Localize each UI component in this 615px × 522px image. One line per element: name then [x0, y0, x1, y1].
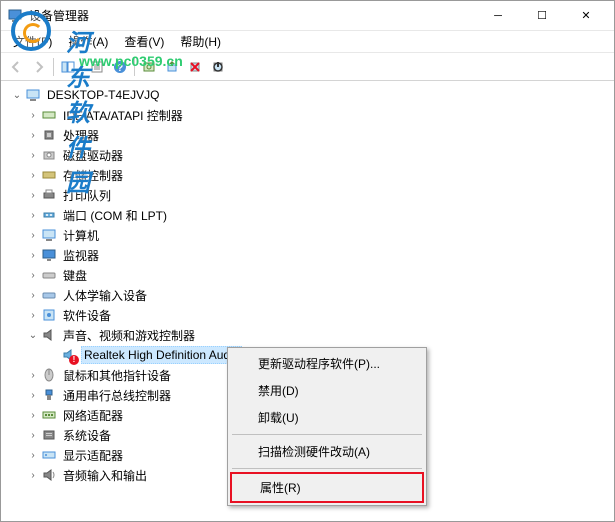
window-title: 设备管理器	[29, 7, 476, 24]
speaker-warn-icon	[61, 347, 77, 363]
expand-icon[interactable]: ›	[25, 130, 41, 141]
expand-icon[interactable]: ›	[25, 410, 41, 421]
tree-item-hid[interactable]: ›人体学输入设备	[5, 285, 610, 305]
tree-item-monitor[interactable]: ›监视器	[5, 245, 610, 265]
collapse-icon[interactable]: ⌄	[25, 330, 41, 341]
mouse-icon	[41, 367, 57, 383]
expand-icon[interactable]: ›	[25, 450, 41, 461]
properties-button[interactable]	[86, 56, 108, 78]
network-icon	[41, 407, 57, 423]
printer-icon	[41, 187, 57, 203]
device-manager-icon	[7, 8, 23, 24]
tree-root[interactable]: ⌄ DESKTOP-T4EJVJQ	[5, 85, 610, 105]
expand-icon[interactable]: ›	[25, 290, 41, 301]
tree-item-keyboard[interactable]: ›键盘	[5, 265, 610, 285]
tree-item-cpu[interactable]: ›处理器	[5, 125, 610, 145]
context-menu: 更新驱动程序软件(P)... 禁用(D) 卸载(U) 扫描检测硬件改动(A) 属…	[227, 347, 427, 506]
close-button[interactable]: ✕	[564, 2, 608, 30]
expand-icon[interactable]: ›	[25, 390, 41, 401]
monitor-icon	[41, 247, 57, 263]
tree-item-sound[interactable]: ⌄声音、视频和游戏控制器	[5, 325, 610, 345]
ctx-uninstall[interactable]: 卸载(U)	[230, 404, 424, 431]
ctx-update-driver[interactable]: 更新驱动程序软件(P)...	[230, 350, 424, 377]
scan-hardware-button[interactable]	[138, 56, 160, 78]
tree-item-storage[interactable]: ›存储控制器	[5, 165, 610, 185]
back-button	[5, 56, 27, 78]
ctx-separator	[232, 468, 422, 469]
collapse-icon[interactable]: ⌄	[9, 90, 25, 101]
tree-item-port[interactable]: ›端口 (COM 和 LPT)	[5, 205, 610, 225]
menu-action[interactable]: 操作(A)	[60, 31, 116, 52]
system-icon	[41, 427, 57, 443]
expand-icon[interactable]: ›	[25, 470, 41, 481]
computer-icon	[25, 87, 41, 103]
expand-icon[interactable]: ›	[25, 210, 41, 221]
expand-icon[interactable]: ›	[25, 110, 41, 121]
hid-icon	[41, 287, 57, 303]
expand-icon[interactable]: ›	[25, 310, 41, 321]
tree-item-ide[interactable]: ›IDE ATA/ATAPI 控制器	[5, 105, 610, 125]
update-driver-button[interactable]	[161, 56, 183, 78]
expand-icon[interactable]: ›	[25, 250, 41, 261]
maximize-button[interactable]: ☐	[520, 2, 564, 30]
menubar: 文件(F) 操作(A) 查看(V) 帮助(H)	[1, 31, 614, 53]
tree-item-disk[interactable]: ›磁盘驱动器	[5, 145, 610, 165]
tree-item-computer[interactable]: ›计算机	[5, 225, 610, 245]
ctx-disable[interactable]: 禁用(D)	[230, 377, 424, 404]
titlebar: 设备管理器 ─ ☐ ✕	[1, 1, 614, 31]
toolbar: ?	[1, 53, 614, 81]
expand-icon[interactable]: ›	[25, 270, 41, 281]
selected-device: Realtek High Definition Audio	[81, 346, 242, 364]
menu-help[interactable]: 帮助(H)	[172, 31, 229, 52]
uninstall-button[interactable]	[184, 56, 206, 78]
audio-icon	[41, 467, 57, 483]
ctx-separator	[232, 434, 422, 435]
keyboard-icon	[41, 267, 57, 283]
root-label: DESKTOP-T4EJVJQ	[45, 87, 161, 103]
cpu-icon	[41, 127, 57, 143]
expand-icon[interactable]: ›	[25, 150, 41, 161]
expand-icon[interactable]: ›	[25, 230, 41, 241]
expand-icon[interactable]: ›	[25, 370, 41, 381]
usb-icon	[41, 387, 57, 403]
storage-icon	[41, 167, 57, 183]
ctx-scan[interactable]: 扫描检测硬件改动(A)	[230, 438, 424, 465]
expand-icon[interactable]: ›	[25, 190, 41, 201]
port-icon	[41, 207, 57, 223]
menu-view[interactable]: 查看(V)	[116, 31, 172, 52]
help-button[interactable]: ?	[109, 56, 131, 78]
expand-icon[interactable]: ›	[25, 170, 41, 181]
menu-file[interactable]: 文件(F)	[5, 31, 60, 52]
display-icon	[41, 447, 57, 463]
show-hide-button[interactable]	[57, 56, 79, 78]
disk-icon	[41, 147, 57, 163]
svg-text:?: ?	[117, 63, 123, 74]
expand-icon[interactable]: ›	[25, 430, 41, 441]
ide-icon	[41, 107, 57, 123]
minimize-button[interactable]: ─	[476, 2, 520, 30]
pc-icon	[41, 227, 57, 243]
disable-button[interactable]	[207, 56, 229, 78]
tree-item-software[interactable]: ›软件设备	[5, 305, 610, 325]
tree-item-printer[interactable]: ›打印队列	[5, 185, 610, 205]
ctx-properties[interactable]: 属性(R)	[230, 472, 424, 503]
software-icon	[41, 307, 57, 323]
speaker-icon	[41, 327, 57, 343]
forward-button	[28, 56, 50, 78]
